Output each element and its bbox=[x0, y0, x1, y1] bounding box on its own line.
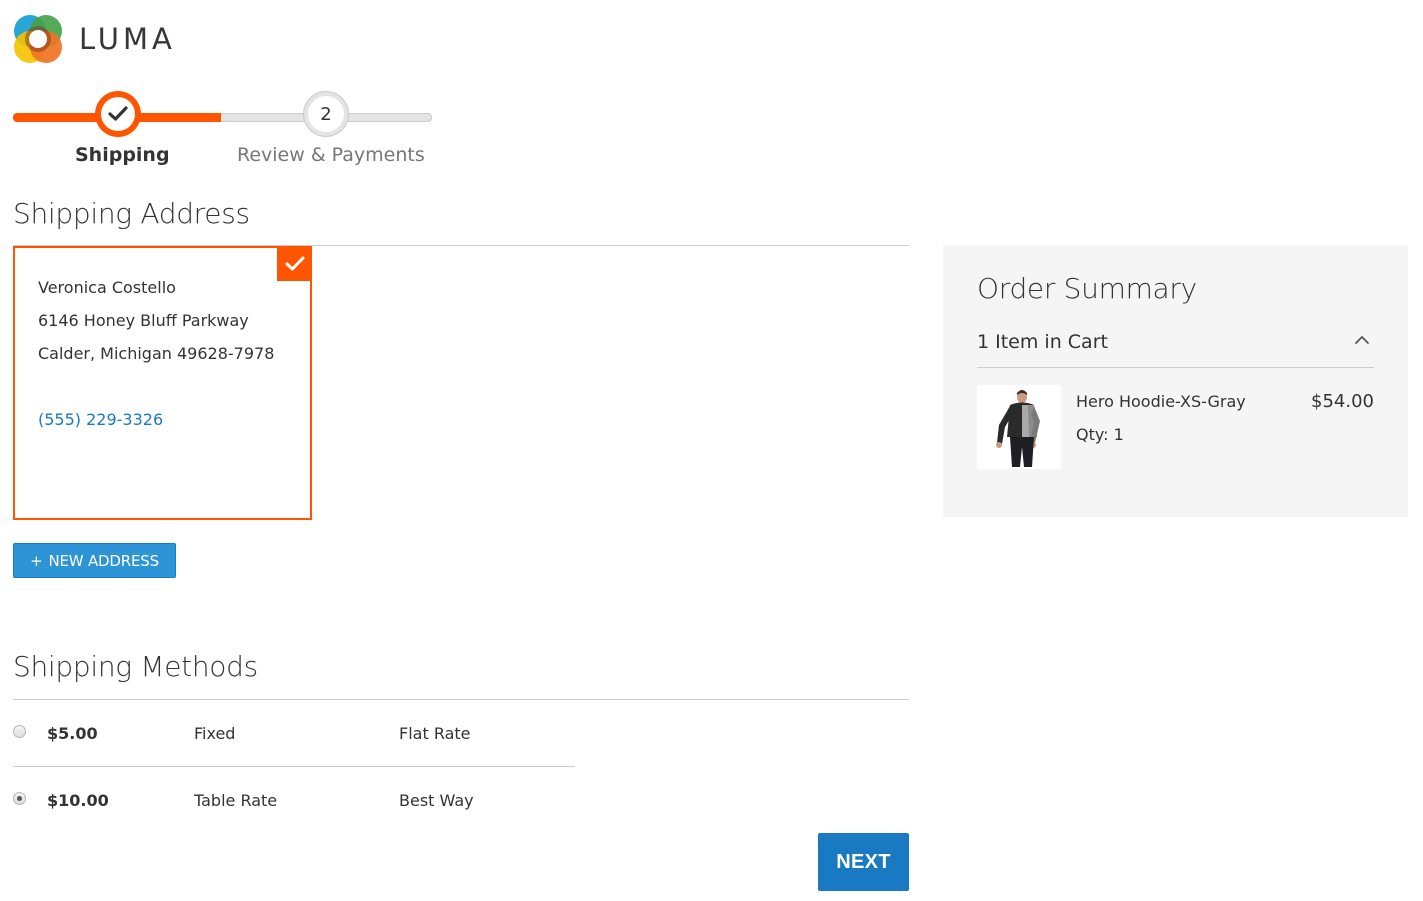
product-name: Hero Hoodie-XS-Gray bbox=[1076, 392, 1246, 411]
checkout-progress-bar: 2 Shipping Review & Payments bbox=[13, 90, 433, 180]
address-name: Veronica Costello bbox=[38, 278, 176, 297]
address-city: Calder, Michigan 49628-7978 bbox=[38, 344, 275, 363]
order-summary-title: Order Summary bbox=[977, 272, 1197, 305]
shipping-method-name: Table Rate bbox=[194, 791, 278, 810]
shipping-methods-divider bbox=[13, 699, 909, 700]
selected-address-badge bbox=[277, 246, 312, 281]
shipping-method-carrier: Best Way bbox=[399, 791, 474, 810]
step-review-marker: 2 bbox=[303, 91, 349, 137]
checkmark-icon bbox=[285, 256, 304, 270]
luma-logo-icon bbox=[14, 15, 62, 63]
shipping-method-price: $10.00 bbox=[47, 791, 109, 810]
order-summary-divider bbox=[977, 367, 1374, 368]
product-price: $54.00 bbox=[1311, 391, 1374, 412]
product-qty: Qty: 1 bbox=[1076, 425, 1124, 444]
shipping-address-title: Shipping Address bbox=[13, 197, 250, 230]
step-number: 2 bbox=[308, 96, 344, 132]
step-shipping-marker bbox=[95, 91, 141, 137]
plus-icon: + bbox=[30, 551, 43, 570]
selected-address-card[interactable]: Veronica Costello 6146 Honey Bluff Parkw… bbox=[13, 246, 312, 520]
shipping-method-radio-flat-rate[interactable] bbox=[13, 725, 26, 738]
address-street: 6146 Honey Bluff Parkway bbox=[38, 311, 249, 330]
order-summary-panel: Order Summary 1 Item in Cart Hero Hoodie… bbox=[943, 245, 1408, 517]
address-phone-link[interactable]: (555) 229-3326 bbox=[38, 410, 163, 429]
shipping-method-carrier: Flat Rate bbox=[399, 724, 471, 743]
shipping-method-radio-best-way[interactable] bbox=[13, 792, 26, 805]
next-button[interactable]: NEXT bbox=[818, 833, 909, 891]
checkmark-icon bbox=[108, 106, 128, 121]
chevron-up-icon bbox=[1355, 336, 1369, 344]
shipping-method-row-divider bbox=[13, 766, 575, 767]
shipping-method-row-flat-rate[interactable]: $5.00 Fixed Flat Rate bbox=[13, 724, 575, 791]
step-review-label: Review & Payments bbox=[237, 144, 425, 166]
shipping-methods-title: Shipping Methods bbox=[13, 650, 258, 683]
shipping-method-row-best-way[interactable]: $10.00 Table Rate Best Way bbox=[13, 791, 575, 858]
cart-count-label: 1 Item in Cart bbox=[977, 331, 1108, 353]
new-address-button[interactable]: + NEW ADDRESS bbox=[13, 543, 176, 578]
cart-items-toggle[interactable]: 1 Item in Cart bbox=[977, 329, 1374, 367]
luma-logo-link[interactable]: LUMA bbox=[13, 14, 176, 64]
shipping-method-price: $5.00 bbox=[47, 724, 98, 743]
step-shipping-label: Shipping bbox=[75, 144, 170, 166]
new-address-label: NEW ADDRESS bbox=[48, 551, 159, 570]
product-image bbox=[977, 385, 1061, 469]
brand-name: LUMA bbox=[79, 22, 176, 56]
hoodie-product-image bbox=[977, 385, 1061, 469]
checkout-page: LUMA 2 Shipping Review & Payments Shippi… bbox=[0, 0, 1423, 901]
shipping-method-name: Fixed bbox=[194, 724, 236, 743]
